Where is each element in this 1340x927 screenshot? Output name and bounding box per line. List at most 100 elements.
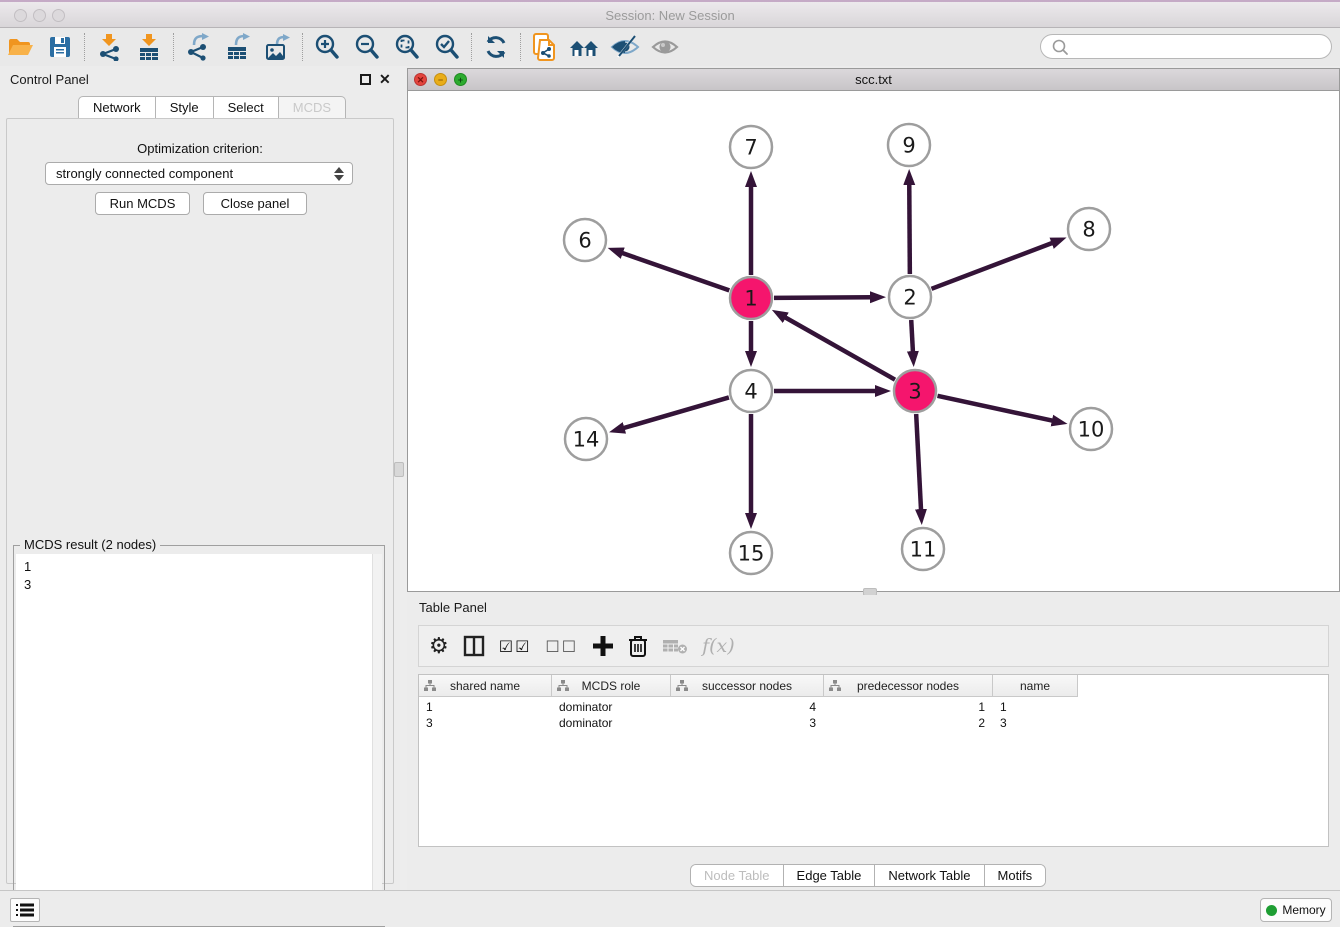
node-6[interactable]: 6 xyxy=(564,219,606,261)
memory-label: Memory xyxy=(1282,903,1325,917)
edge-3-10[interactable] xyxy=(937,396,1053,421)
node-label: 2 xyxy=(903,286,916,310)
table-cell[interactable]: 2 xyxy=(824,715,993,731)
edge-4-14[interactable] xyxy=(622,397,728,428)
table-row[interactable]: 1dominator411 xyxy=(419,699,1078,715)
table-cell[interactable]: 4 xyxy=(671,699,824,715)
network-window: ✕ − + scc.txt 7 9 6 8 1 2 4 3 14 10 15 11 xyxy=(407,68,1340,592)
table-cell[interactable]: 1 xyxy=(419,699,552,715)
zoom-fit-icon[interactable] xyxy=(387,30,427,64)
mcds-result-title: MCDS result (2 nodes) xyxy=(20,537,160,552)
export-network-icon[interactable] xyxy=(178,30,218,64)
application-window: Session: New Session xyxy=(0,0,1340,926)
deselect-all-icon[interactable]: ☐☐ xyxy=(545,631,578,661)
close-panel-icon[interactable]: ✕ xyxy=(379,71,391,88)
tab-mcds[interactable]: MCDS xyxy=(279,96,346,119)
zoom-selected-icon[interactable] xyxy=(427,30,467,64)
tab-node-table[interactable]: Node Table xyxy=(691,865,784,886)
edge-1-2[interactable] xyxy=(774,297,872,298)
node-14[interactable]: 14 xyxy=(565,418,607,460)
search-field[interactable] xyxy=(1040,34,1332,59)
result-scrollbar[interactable] xyxy=(372,554,382,924)
node-1[interactable]: 1 xyxy=(730,277,772,319)
select-all-icon[interactable]: ☑☑ xyxy=(499,631,532,661)
node-7[interactable]: 7 xyxy=(730,126,772,168)
table-cell[interactable]: 1 xyxy=(993,699,1078,715)
node-3[interactable]: 3 xyxy=(894,370,936,412)
tab-edge-table[interactable]: Edge Table xyxy=(784,865,876,886)
edge-2-3[interactable] xyxy=(911,320,913,353)
network-window-titlebar[interactable]: ✕ − + scc.txt xyxy=(408,69,1339,91)
node-table[interactable]: shared nameMCDS rolesuccessor nodesprede… xyxy=(418,674,1329,847)
splitter-handle[interactable] xyxy=(394,462,404,477)
edge-1-6[interactable] xyxy=(621,253,729,291)
float-panel-icon[interactable] xyxy=(360,74,371,85)
export-image-icon[interactable] xyxy=(258,30,298,64)
edge-3-1[interactable] xyxy=(784,317,895,380)
add-row-icon[interactable] xyxy=(592,631,614,661)
column-header-name[interactable]: name xyxy=(993,675,1078,697)
node-4[interactable]: 4 xyxy=(730,370,772,412)
toolbar-separator xyxy=(520,33,521,61)
node-label: 4 xyxy=(744,380,757,404)
node-9[interactable]: 9 xyxy=(888,124,930,166)
node-15[interactable]: 15 xyxy=(730,532,772,574)
run-mcds-button[interactable]: Run MCDS xyxy=(95,192,190,215)
open-cybrowser-icon[interactable] xyxy=(565,30,605,64)
control-panel-tabs: NetworkStyleSelectMCDS xyxy=(78,96,346,119)
tab-network[interactable]: Network xyxy=(78,96,156,119)
control-panel-title: Control Panel xyxy=(10,72,89,87)
hide-selected-icon[interactable] xyxy=(605,30,645,64)
table-row[interactable]: 3dominator323 xyxy=(419,715,1078,731)
tab-style[interactable]: Style xyxy=(156,96,214,119)
node-11[interactable]: 11 xyxy=(902,528,944,570)
export-table-icon[interactable] xyxy=(218,30,258,64)
column-header-predecessor-nodes[interactable]: predecessor nodes xyxy=(824,675,993,697)
network-canvas[interactable]: 7 9 6 8 1 2 4 3 14 10 15 11 xyxy=(408,91,1339,591)
node-label: 3 xyxy=(908,380,921,404)
tab-select[interactable]: Select xyxy=(214,96,279,119)
open-session-icon[interactable] xyxy=(0,30,40,64)
memory-button[interactable]: Memory xyxy=(1260,898,1332,922)
vertical-splitter[interactable] xyxy=(400,66,407,890)
mcds-result-textarea[interactable]: 13 xyxy=(16,554,382,924)
optimization-criterion-select[interactable]: strongly connected component xyxy=(45,162,353,185)
clone-network-icon[interactable] xyxy=(525,30,565,64)
close-panel-button[interactable]: Close panel xyxy=(203,192,307,215)
task-history-button[interactable] xyxy=(10,898,40,922)
table-cell[interactable]: 3 xyxy=(993,715,1078,731)
column-header-shared-name[interactable]: shared name xyxy=(419,675,552,697)
search-input[interactable] xyxy=(1073,39,1331,54)
gear-icon[interactable]: ⚙ xyxy=(429,631,449,661)
delete-row-icon[interactable] xyxy=(628,631,648,661)
column-tree-icon xyxy=(829,680,841,695)
node-8[interactable]: 8 xyxy=(1068,208,1110,250)
network-window-title: scc.txt xyxy=(408,72,1339,87)
node-label: 11 xyxy=(910,538,937,562)
node-10[interactable]: 10 xyxy=(1070,408,1112,450)
tab-network-table[interactable]: Network Table xyxy=(875,865,984,886)
control-panel-header: Control Panel ✕ xyxy=(0,68,400,92)
table-cell[interactable]: 3 xyxy=(671,715,824,731)
column-header-MCDS-role[interactable]: MCDS role xyxy=(552,675,671,697)
columns-icon[interactable] xyxy=(463,631,485,661)
table-cell[interactable]: 1 xyxy=(824,699,993,715)
zoom-in-icon[interactable] xyxy=(307,30,347,64)
tab-motifs[interactable]: Motifs xyxy=(985,865,1046,886)
toolbar-separator xyxy=(84,33,85,61)
import-network-icon[interactable] xyxy=(89,30,129,64)
table-cell[interactable]: 3 xyxy=(419,715,552,731)
edge-3-11[interactable] xyxy=(916,414,921,511)
save-session-icon[interactable] xyxy=(40,30,80,64)
table-cell[interactable]: dominator xyxy=(552,699,671,715)
import-table-icon[interactable] xyxy=(129,30,169,64)
main-toolbar xyxy=(0,28,1340,66)
apply-layout-icon[interactable] xyxy=(476,30,516,64)
zoom-out-icon[interactable] xyxy=(347,30,387,64)
column-header-successor-nodes[interactable]: successor nodes xyxy=(671,675,824,697)
node-table-header: shared nameMCDS rolesuccessor nodesprede… xyxy=(419,675,1078,697)
edge-2-9[interactable] xyxy=(909,183,910,274)
edge-2-8[interactable] xyxy=(932,242,1054,288)
table-cell[interactable]: dominator xyxy=(552,715,671,731)
node-2[interactable]: 2 xyxy=(889,276,931,318)
